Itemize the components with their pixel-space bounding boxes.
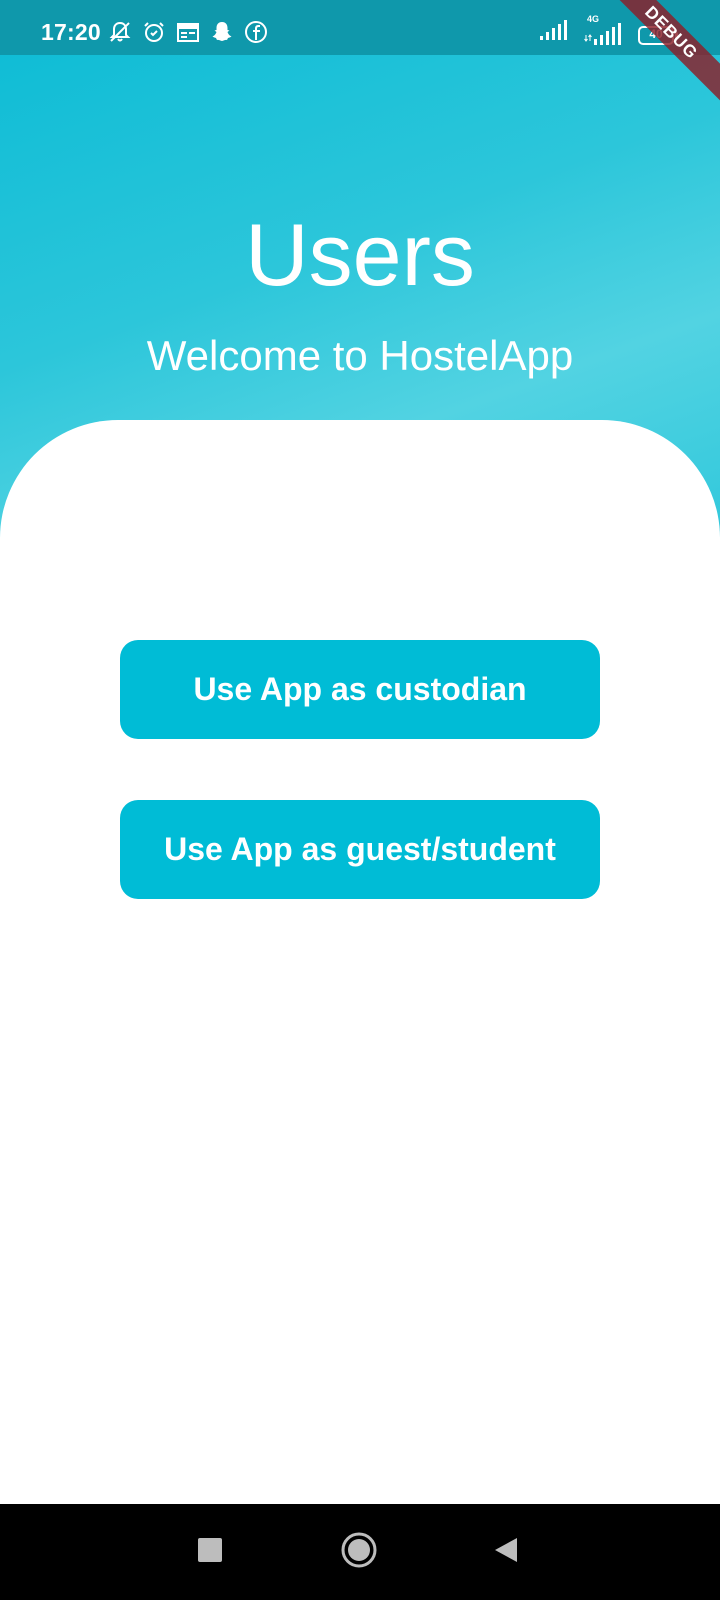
back-button[interactable] [466,1504,546,1600]
status-time: 17:20 [41,19,101,45]
signal-4g-icon: 4G [584,14,624,45]
custodian-button[interactable]: Use App as custodian [120,640,600,739]
signal-icon [540,18,570,45]
facebook-icon [244,20,268,44]
circle-icon [340,1531,378,1574]
home-button[interactable] [319,1504,399,1600]
recent-apps-button[interactable] [170,1504,250,1600]
app-screen: 17:20 4G DEBUG Users Welcome to HostelAp… [0,0,720,1600]
notifications-off-icon [108,20,132,44]
content-panel [0,420,720,1504]
status-bar: 17:20 4G DEBUG [0,0,720,110]
navigation-bar [0,1504,720,1600]
calendar-icon [176,20,200,44]
snapchat-icon [210,20,234,44]
alarm-icon [142,20,166,44]
square-icon [197,1537,223,1568]
back-triangle-icon [493,1536,519,1569]
notification-icons [108,20,268,44]
guest-student-button[interactable]: Use App as guest/student [120,800,600,899]
page-title: Users [245,205,475,304]
page-subtitle: Welcome to HostelApp [146,332,574,379]
